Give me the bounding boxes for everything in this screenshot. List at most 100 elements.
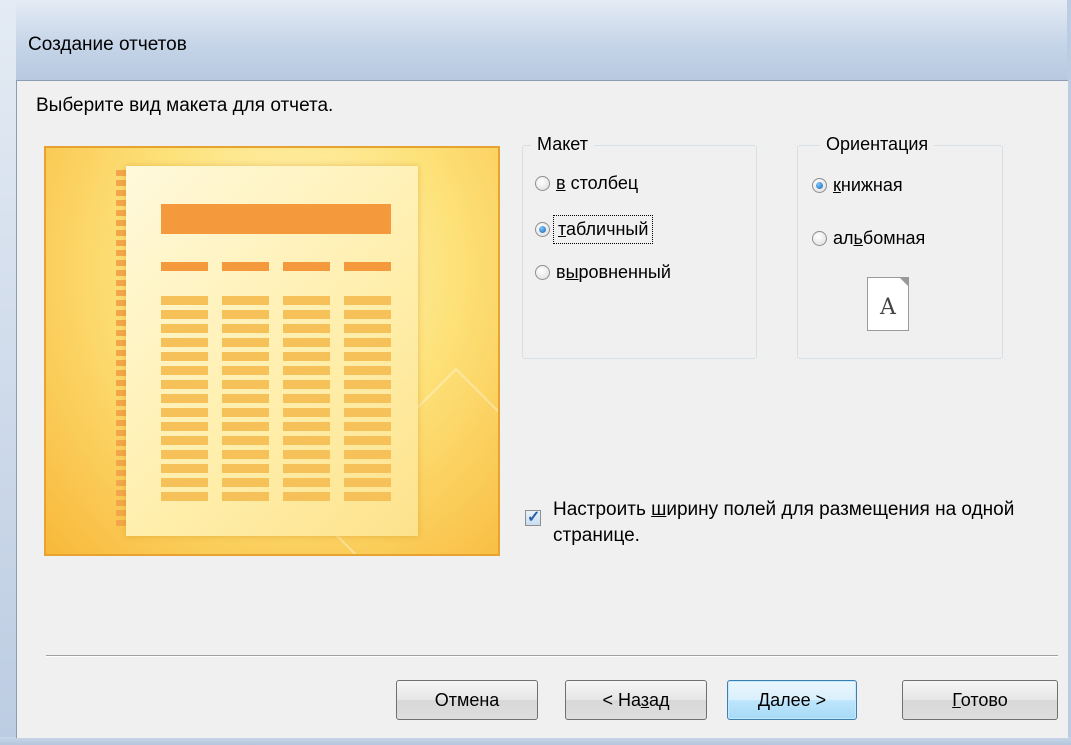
label-rest: ад [649, 689, 670, 710]
radio-label: книжная [833, 175, 903, 196]
label-rest: отово [960, 689, 1008, 710]
label-rest: бомная [862, 228, 926, 248]
radio-button-selected[interactable] [535, 222, 550, 237]
orientation-radio-portrait[interactable]: книжная [812, 175, 903, 196]
preview-table-cell [222, 352, 269, 361]
preview-table-cell [161, 324, 208, 333]
button-separator [46, 655, 1058, 657]
preview-table-cell [222, 436, 269, 445]
radio-label: выровненный [556, 262, 671, 283]
title-bar[interactable]: Создание отчетов [0, 0, 1071, 80]
layout-radio-tabular[interactable]: табличный [535, 215, 654, 244]
preview-table-cell [222, 380, 269, 389]
preview-table-cell [344, 352, 391, 361]
accel-key: Г [952, 689, 961, 710]
page-fold-corner [899, 277, 909, 287]
preview-column-header [344, 262, 391, 271]
radio-button[interactable] [535, 265, 550, 280]
preview-table-cell [161, 394, 208, 403]
preview-table-cell [283, 422, 330, 431]
preview-table-cell [344, 380, 391, 389]
preview-table-cell [161, 310, 208, 319]
preview-table-cell [344, 338, 391, 347]
preview-table-cell [344, 436, 391, 445]
radio-label: в столбец [556, 173, 638, 194]
checkmark-icon: ✓ [527, 509, 541, 526]
preview-table-cell [222, 310, 269, 319]
preview-table-cell [283, 478, 330, 487]
preview-table-cell [161, 492, 208, 501]
preview-table-cell [222, 492, 269, 501]
accel-key: з [640, 689, 650, 710]
cancel-button[interactable]: Отмена [396, 680, 538, 720]
preview-table-cell [161, 450, 208, 459]
preview-column-header [222, 262, 269, 271]
layout-preview-image [44, 146, 500, 556]
preview-table-cell [222, 408, 269, 417]
preview-table-cell [161, 296, 208, 305]
radio-button[interactable] [535, 176, 550, 191]
fit-width-label[interactable]: Настроить ширину полей для размещения на… [553, 497, 1023, 549]
preview-table-cell [344, 492, 391, 501]
label-rest: столбец [565, 173, 639, 193]
radio-button[interactable] [812, 231, 827, 246]
preview-table-cell [222, 394, 269, 403]
layout-radio-justified[interactable]: выровненный [535, 262, 671, 283]
preview-table-cell [283, 408, 330, 417]
preview-page [126, 166, 418, 536]
preview-table-cell [283, 492, 330, 501]
preview-table-cell [283, 296, 330, 305]
finish-button[interactable]: Готово [902, 680, 1058, 720]
preview-table-cell [344, 478, 391, 487]
preview-table-cell [344, 366, 391, 375]
preview-table-cell [222, 324, 269, 333]
orientation-group-legend: Ориентация [820, 134, 935, 155]
preview-table-cell [222, 450, 269, 459]
back-button[interactable]: < Назад [565, 680, 707, 720]
layout-radio-columnar[interactable]: в столбец [535, 173, 638, 194]
accel-key: ь [853, 228, 863, 248]
fit-width-checkbox[interactable]: ✓ [525, 509, 541, 526]
label-pre: в [556, 262, 566, 282]
preview-table-cell [283, 338, 330, 347]
label-rest: алее > [770, 689, 827, 710]
preview-table-cell [161, 478, 208, 487]
accel-key: Д [757, 689, 771, 710]
preview-column-header [161, 262, 208, 271]
preview-title-bar [161, 204, 391, 234]
preview-table-cell [161, 380, 208, 389]
accel-key: в [556, 173, 566, 193]
page-letter: A [880, 295, 896, 320]
button-label: < Назад [602, 690, 669, 711]
preview-table-cell [344, 324, 391, 333]
label-rest: нижная [840, 175, 903, 195]
report-wizard-window: Создание отчетов Выберите вид макета для… [0, 0, 1071, 745]
preview-table-cell [283, 380, 330, 389]
preview-table-cell [222, 366, 269, 375]
preview-table-cell [161, 408, 208, 417]
next-button[interactable]: Далее > [727, 680, 857, 720]
preview-table-cell [344, 464, 391, 473]
preview-table-cell [161, 366, 208, 375]
orientation-radio-landscape[interactable]: альбомная [812, 228, 925, 249]
preview-table-cell [283, 352, 330, 361]
accel-key: к [833, 175, 841, 195]
accel-key: ы [565, 262, 579, 282]
label-pre: ал [833, 228, 854, 248]
preview-table-cell [161, 338, 208, 347]
preview-table-cell [283, 324, 330, 333]
radio-button-selected[interactable] [812, 178, 827, 193]
label-pre: Настроить [553, 499, 652, 520]
preview-table-cell [161, 422, 208, 431]
preview-table-cell [222, 296, 269, 305]
button-label: Отмена [434, 689, 500, 710]
preview-table-cell [283, 436, 330, 445]
preview-table-cell [161, 464, 208, 473]
preview-table-cell [344, 394, 391, 403]
preview-table-cell [344, 422, 391, 431]
button-label: Готово [952, 690, 1008, 711]
radio-label: альбомная [833, 228, 925, 249]
preview-table-cell [344, 450, 391, 459]
window-title: Создание отчетов [28, 34, 187, 55]
preview-table-cell [222, 338, 269, 347]
